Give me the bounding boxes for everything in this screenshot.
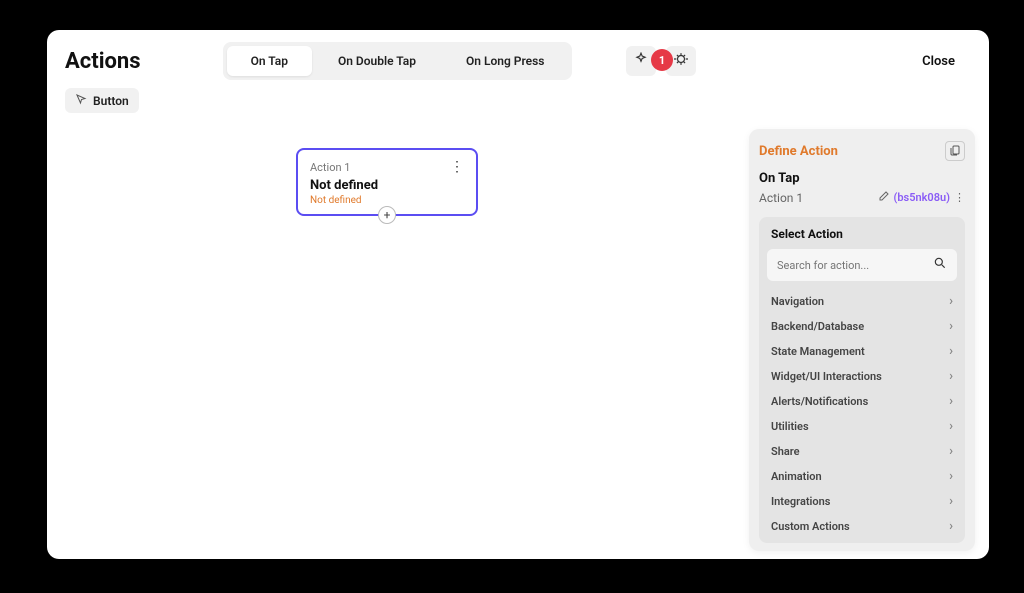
close-button[interactable]: Close [906, 46, 971, 77]
widget-chip-label: Button [93, 94, 129, 108]
action-card-number: Action 1 [310, 161, 350, 174]
chevron-right-icon: › [949, 444, 953, 459]
select-action-title: Select Action [767, 227, 957, 241]
header: Actions On Tap On Double Tap On Long Pre… [47, 30, 989, 88]
bug-icon [674, 52, 688, 70]
action-card[interactable]: Action 1 ⋮ Not defined Not defined + [296, 148, 478, 216]
category-list: Navigation› Backend/Database› State Mana… [767, 289, 957, 539]
search-wrap [767, 249, 957, 281]
category-share[interactable]: Share› [767, 439, 957, 464]
chevron-right-icon: › [949, 519, 953, 534]
chevron-right-icon: › [949, 469, 953, 484]
trigger-tabs: On Tap On Double Tap On Long Press [223, 42, 573, 80]
chevron-right-icon: › [949, 494, 953, 509]
search-input[interactable] [777, 259, 933, 272]
clipboard-icon [949, 144, 961, 159]
panel-id-group: (bs5nk08u) ⋮ [878, 190, 965, 205]
chevron-right-icon: › [949, 369, 953, 384]
search-icon [933, 256, 947, 274]
widget-chip[interactable]: Button [65, 88, 139, 113]
tab-on-tap[interactable]: On Tap [227, 46, 312, 76]
panel-id-menu[interactable]: ⋮ [954, 191, 965, 204]
plus-icon: + [384, 208, 391, 222]
category-animation[interactable]: Animation› [767, 464, 957, 489]
category-utilities[interactable]: Utilities› [767, 414, 957, 439]
category-alerts-notifications[interactable]: Alerts/Notifications› [767, 389, 957, 414]
chevron-right-icon: › [949, 394, 953, 409]
action-card-substatus: Not defined [310, 195, 464, 206]
panel-trigger: On Tap [759, 171, 965, 186]
chevron-right-icon: › [949, 294, 953, 309]
edit-id-button[interactable] [878, 190, 890, 205]
category-backend-database[interactable]: Backend/Database› [767, 314, 957, 339]
category-state-management[interactable]: State Management› [767, 339, 957, 364]
issues-badge: 1 [651, 49, 673, 71]
action-card-menu[interactable]: ⋮ [450, 160, 464, 174]
add-action-button[interactable]: + [378, 206, 396, 224]
issues-button[interactable]: 1 [666, 46, 696, 76]
category-navigation[interactable]: Navigation› [767, 289, 957, 314]
category-custom-actions[interactable]: Custom Actions› [767, 514, 957, 539]
panel-title: Define Action [759, 144, 838, 159]
chevron-right-icon: › [949, 319, 953, 334]
tab-on-double-tap[interactable]: On Double Tap [314, 46, 440, 76]
page-title: Actions [65, 49, 141, 74]
header-right: 1 Close [626, 46, 971, 77]
select-action-box: Select Action Navigation› Backend/Databa… [759, 217, 965, 543]
category-widget-ui[interactable]: Widget/UI Interactions› [767, 364, 957, 389]
cursor-icon [75, 93, 87, 108]
panel-action-name: Action 1 [759, 191, 803, 205]
actions-window: Actions On Tap On Double Tap On Long Pre… [47, 30, 989, 559]
sparkle-icon [634, 52, 648, 70]
category-integrations[interactable]: Integrations› [767, 489, 957, 514]
subheader: Button [47, 88, 989, 121]
define-action-panel: Define Action On Tap Action 1 (bs5nk08u)… [749, 129, 975, 551]
canvas: Action 1 ⋮ Not defined Not defined + Def… [47, 121, 989, 559]
action-card-header: Action 1 ⋮ [310, 160, 464, 174]
chevron-right-icon: › [949, 344, 953, 359]
tab-on-long-press[interactable]: On Long Press [442, 46, 568, 76]
action-card-status: Not defined [310, 178, 464, 193]
panel-header: Define Action [759, 141, 965, 161]
panel-action-row: Action 1 (bs5nk08u) ⋮ [759, 190, 965, 205]
panel-copy-button[interactable] [945, 141, 965, 161]
panel-id-code: (bs5nk08u) [894, 191, 950, 204]
chevron-right-icon: › [949, 419, 953, 434]
